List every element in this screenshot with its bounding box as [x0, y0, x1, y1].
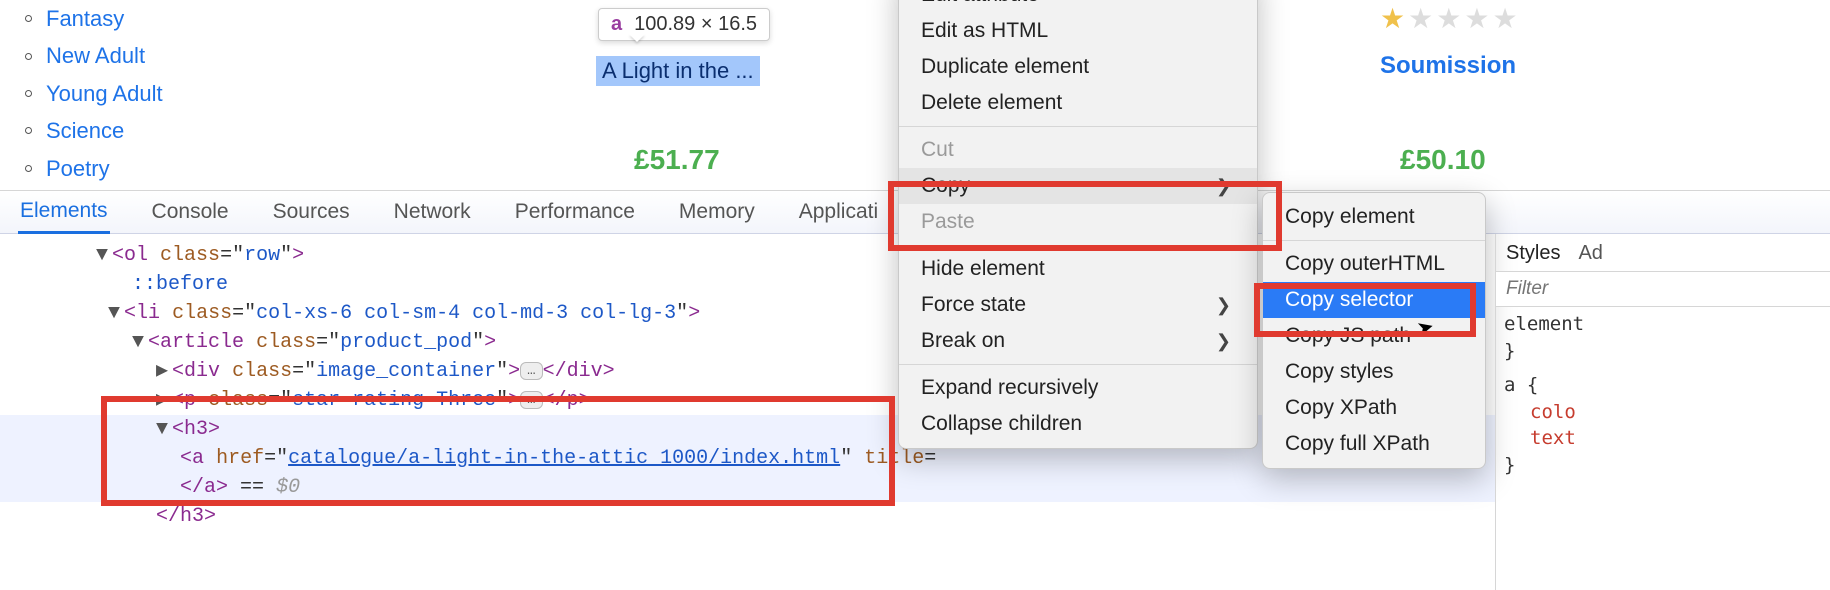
styles-filter-input[interactable]: [1496, 272, 1830, 307]
context-menu: Edit attribute Edit as HTML Duplicate el…: [898, 0, 1258, 449]
menu-item-copy-full-xpath[interactable]: Copy full XPath: [1263, 426, 1485, 462]
menu-item-duplicate-element[interactable]: Duplicate element: [899, 49, 1257, 85]
tab-adjacent[interactable]: Ad: [1578, 242, 1602, 271]
menu-separator: [899, 245, 1257, 246]
menu-item-copy-selector[interactable]: Copy selector: [1263, 282, 1485, 318]
menu-separator: [1263, 240, 1485, 241]
menu-item-delete-element[interactable]: Delete element: [899, 85, 1257, 121]
menu-item-edit-attribute[interactable]: Edit attribute: [899, 0, 1257, 13]
chevron-right-icon: ❯: [1216, 295, 1231, 316]
css-rule[interactable]: a { colo text }: [1496, 368, 1830, 482]
menu-item-cut[interactable]: Cut: [899, 132, 1257, 168]
tab-console[interactable]: Console: [150, 192, 231, 232]
star-icon: ★: [1492, 2, 1517, 35]
bullet-icon: [25, 90, 32, 97]
dom-node[interactable]: </h3>: [0, 502, 1495, 531]
chevron-right-icon: ❯: [1216, 331, 1231, 352]
sidebar-link[interactable]: Poetry: [46, 150, 110, 187]
bullet-icon: [25, 53, 32, 60]
star-icon: ★: [1464, 2, 1489, 35]
tab-sources[interactable]: Sources: [271, 192, 352, 232]
sidebar-item[interactable]: Fantasy: [25, 0, 450, 37]
category-sidebar: Fantasy New Adult Young Adult Science Po…: [0, 0, 450, 190]
menu-item-copy-js-path[interactable]: Copy JS path: [1263, 318, 1485, 354]
menu-item-copy-styles[interactable]: Copy styles: [1263, 354, 1485, 390]
bullet-icon: [25, 127, 32, 134]
menu-item-copy-xpath[interactable]: Copy XPath: [1263, 390, 1485, 426]
element-size-tooltip: a 100.89 × 16.5: [598, 8, 770, 41]
copy-submenu: Copy element Copy outerHTML Copy selecto…: [1262, 192, 1486, 469]
star-icon: ★: [1436, 2, 1461, 35]
sidebar-link[interactable]: Young Adult: [46, 75, 163, 112]
sidebar-item[interactable]: Young Adult: [25, 75, 450, 112]
highlighted-product-title[interactable]: A Light in the ...: [596, 56, 760, 86]
product-price: £50.10: [1400, 144, 1486, 176]
menu-item-copy[interactable]: Copy❯: [899, 168, 1257, 204]
bullet-icon: [25, 165, 32, 172]
sidebar-item[interactable]: Poetry: [25, 150, 450, 187]
menu-item-break-on[interactable]: Break on❯: [899, 323, 1257, 359]
sidebar-link[interactable]: Fantasy: [46, 0, 124, 37]
tab-memory[interactable]: Memory: [677, 192, 757, 232]
star-rating: ★ ★ ★ ★ ★: [1380, 2, 1518, 35]
product-price: £51.77: [634, 144, 720, 176]
tooltip-tag: a: [611, 13, 622, 36]
menu-separator: [899, 364, 1257, 365]
star-icon: ★: [1380, 2, 1405, 35]
sidebar-item[interactable]: New Adult: [25, 37, 450, 74]
menu-item-copy-outerhtml[interactable]: Copy outerHTML: [1263, 246, 1485, 282]
tab-elements[interactable]: Elements: [18, 191, 110, 234]
menu-item-edit-as-html[interactable]: Edit as HTML: [899, 13, 1257, 49]
menu-item-paste[interactable]: Paste: [899, 204, 1257, 240]
menu-item-force-state[interactable]: Force state❯: [899, 287, 1257, 323]
menu-item-expand-recursively[interactable]: Expand recursively: [899, 370, 1257, 406]
sidebar-item[interactable]: Science: [25, 112, 450, 149]
sidebar-link[interactable]: Science: [46, 112, 124, 149]
menu-item-collapse-children[interactable]: Collapse children: [899, 406, 1257, 442]
tooltip-dimensions: 100.89 × 16.5: [634, 13, 757, 36]
tab-performance[interactable]: Performance: [513, 192, 637, 232]
menu-item-copy-element[interactable]: Copy element: [1263, 199, 1485, 235]
product-title-link[interactable]: Soumission: [1380, 52, 1516, 80]
styles-panel: Styles Ad element } a { colo text }: [1495, 234, 1830, 590]
dom-node-selected[interactable]: </a> == $0: [0, 473, 1495, 502]
chevron-right-icon: ❯: [1216, 176, 1231, 197]
star-icon: ★: [1408, 2, 1433, 35]
tab-network[interactable]: Network: [392, 192, 473, 232]
tab-application[interactable]: Applicati: [797, 192, 880, 232]
styles-tab-bar: Styles Ad: [1496, 234, 1830, 272]
menu-item-hide-element[interactable]: Hide element: [899, 251, 1257, 287]
sidebar-link[interactable]: New Adult: [46, 37, 145, 74]
css-rule[interactable]: element }: [1496, 307, 1830, 368]
menu-separator: [899, 126, 1257, 127]
bullet-icon: [25, 15, 32, 22]
tab-styles[interactable]: Styles: [1506, 242, 1560, 271]
